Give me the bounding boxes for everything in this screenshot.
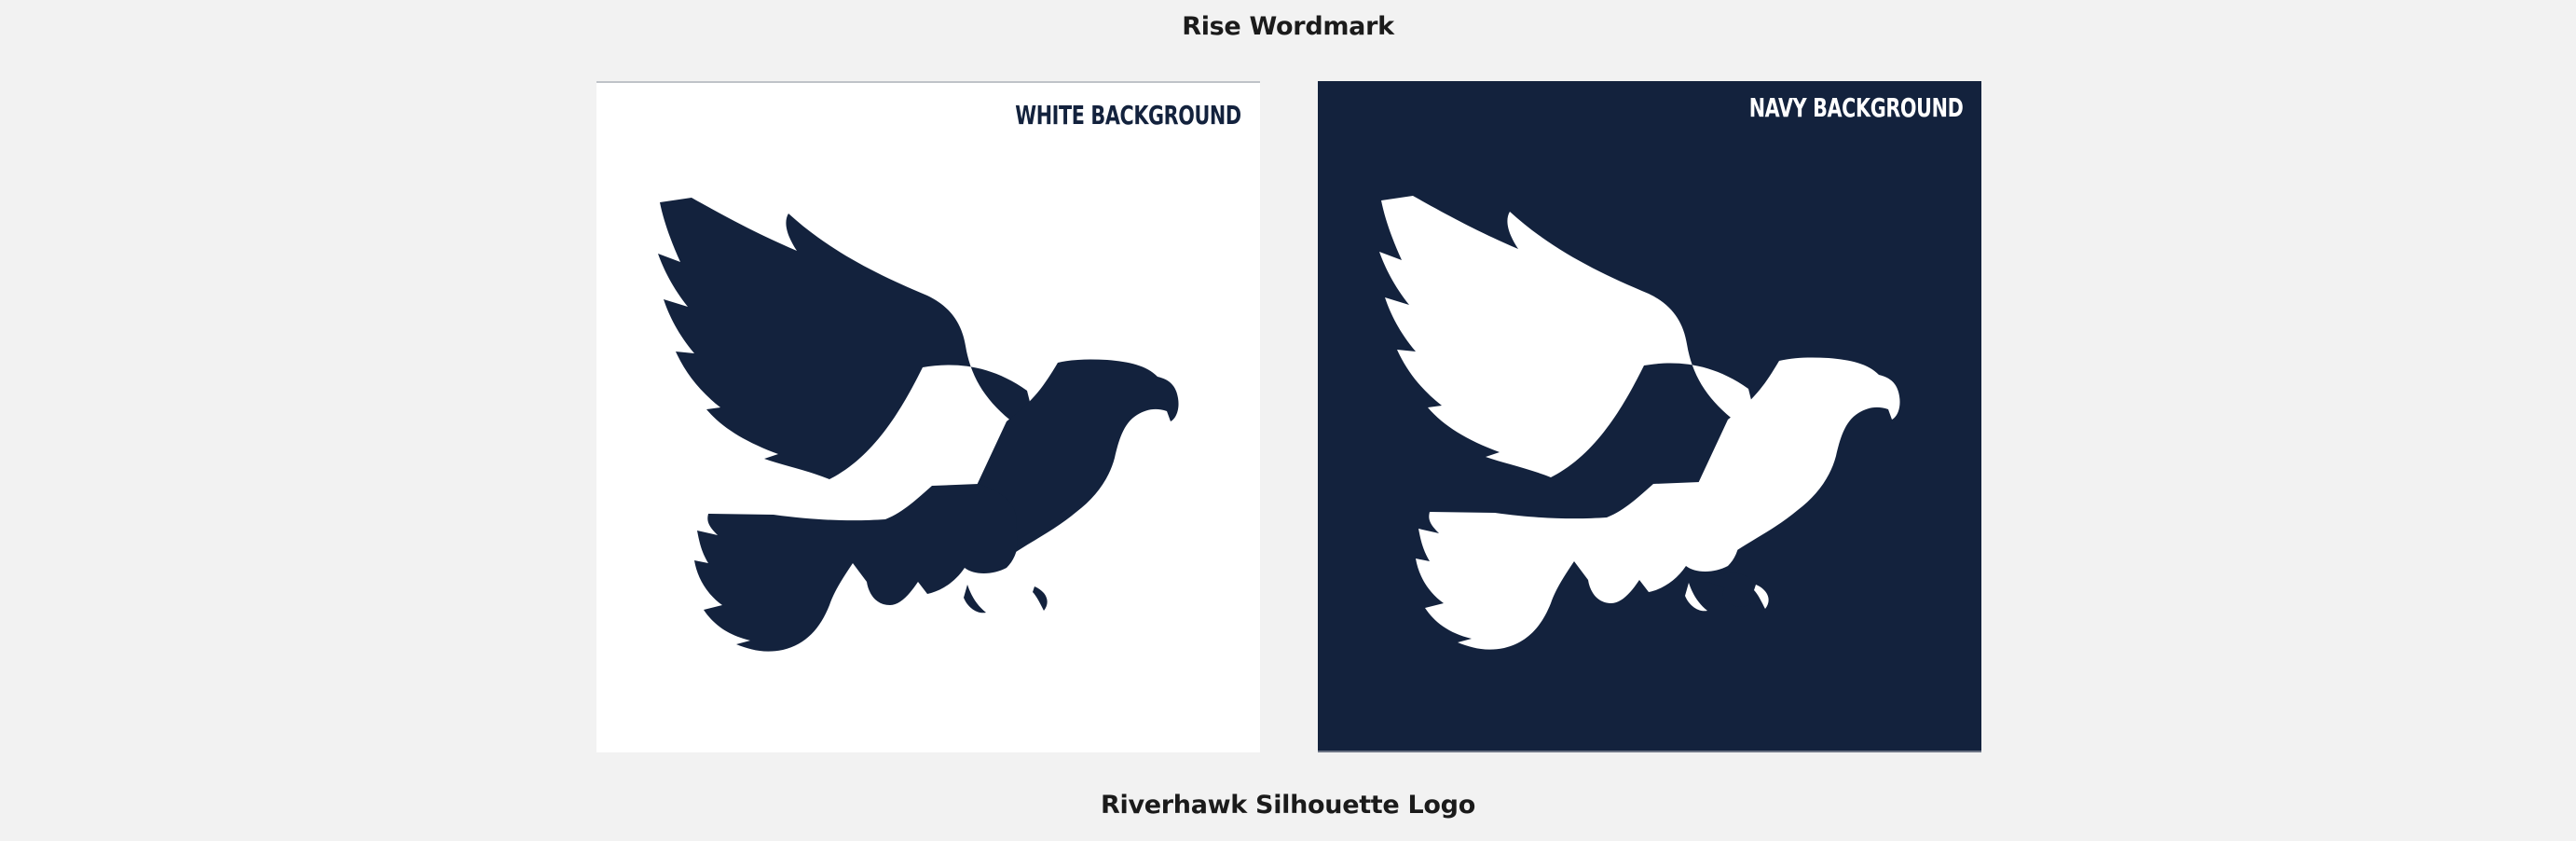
riverhawk-silhouette-icon <box>658 198 1179 652</box>
white-background-panel: WHITE BACKGROUND <box>596 81 1260 752</box>
section-heading-rise-wordmark: Rise Wordmark <box>1182 12 1394 41</box>
logo-showcase-page: Rise Wordmark WHITE BACKGROUND NAVY BACK… <box>0 0 2576 841</box>
navy-background-panel: NAVY BACKGROUND <box>1318 81 1981 752</box>
riverhawk-silhouette-icon <box>1379 196 1900 650</box>
section-heading-riverhawk-silhouette-logo: Riverhawk Silhouette Logo <box>1101 791 1475 820</box>
